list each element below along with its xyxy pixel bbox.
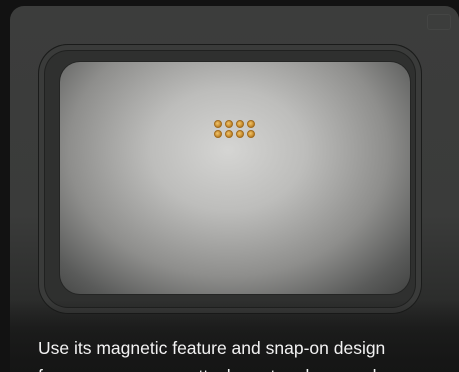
connector-pin	[225, 130, 233, 138]
caption-line-1: Use its magnetic feature and snap-on des…	[38, 338, 386, 358]
connector-pin	[236, 120, 244, 128]
connector-pin	[225, 120, 233, 128]
connector-pin	[214, 130, 222, 138]
connector-pin	[247, 120, 255, 128]
pogo-pin-connector-icon	[214, 120, 258, 138]
feature-caption: Use its magnetic feature and snap-on des…	[38, 334, 458, 372]
connector-pin	[247, 130, 255, 138]
connector-pin	[214, 120, 222, 128]
magnetic-back-plate	[60, 62, 410, 294]
connector-pin	[236, 130, 244, 138]
camera-bump-edge	[427, 14, 451, 30]
caption-line-2: for easy accessory attachment and remova…	[38, 362, 458, 372]
product-feature-slide: Use its magnetic feature and snap-on des…	[0, 0, 459, 372]
